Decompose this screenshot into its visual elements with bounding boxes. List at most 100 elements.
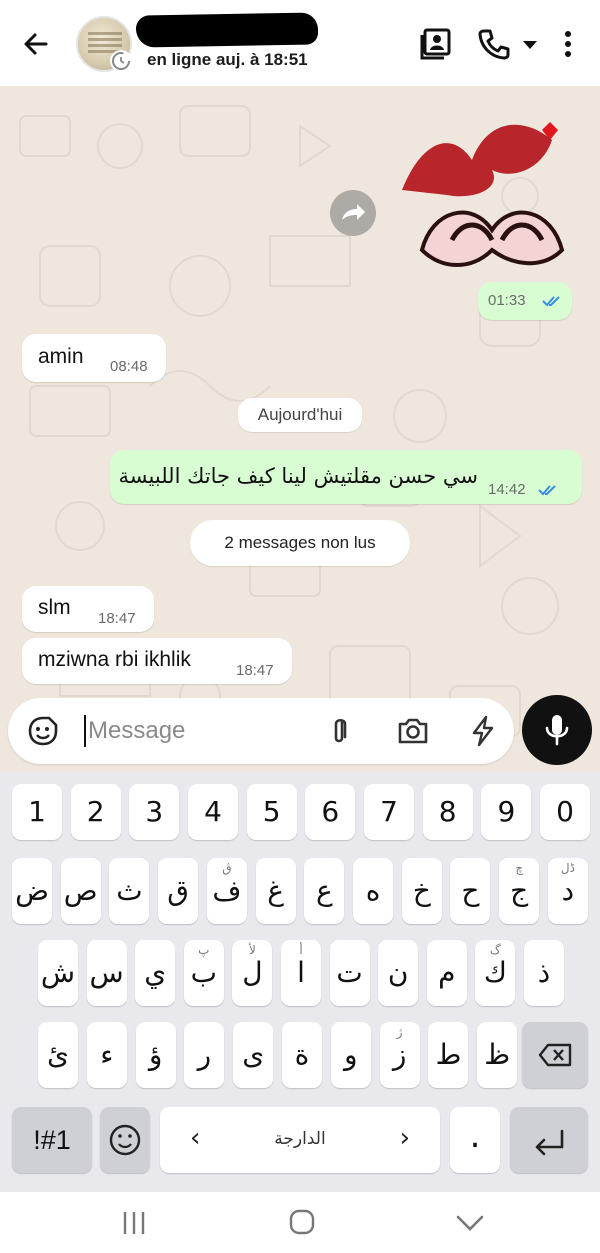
number-key[interactable]: 3 <box>129 784 180 840</box>
letter-key[interactable]: ع <box>304 858 345 924</box>
letter-key[interactable]: ت <box>329 940 370 1006</box>
recent-apps-icon[interactable] <box>114 1206 154 1240</box>
message-bubble-in[interactable]: amin 08:48 <box>22 334 166 382</box>
letter-key[interactable]: م <box>426 940 467 1006</box>
letter-key[interactable]: ق <box>158 858 199 924</box>
message-bubble-out[interactable]: سي حسن مقلتيش لينا كيف جاتك اللبيسة 14:4… <box>110 450 582 504</box>
message-input[interactable]: Message <box>88 717 185 745</box>
sticker-emoji-icon[interactable] <box>24 712 62 750</box>
key-label: و <box>344 1038 358 1071</box>
letter-key[interactable]: ة <box>282 1022 322 1088</box>
space-key[interactable]: ‹ الدارجة › <box>160 1107 440 1173</box>
letter-key[interactable]: ى <box>233 1022 274 1088</box>
lightning-icon[interactable] <box>464 712 502 750</box>
letter-key[interactable]: ژز <box>379 1022 420 1088</box>
symbols-key[interactable]: !#1 <box>12 1107 92 1173</box>
phone-icon[interactable] <box>474 24 514 64</box>
key-label: 3 <box>145 795 164 828</box>
emoji-key[interactable] <box>100 1107 150 1173</box>
message-time: 08:48 <box>110 358 148 375</box>
key-label: م <box>438 956 456 989</box>
chat-area[interactable]: 01:33 amin 08:48 Aujourd'hui سي حسن مقلت… <box>0 86 600 772</box>
key-label: ع <box>315 874 333 907</box>
enter-arrow-icon <box>535 1129 564 1156</box>
microphone-icon <box>545 715 569 746</box>
key-label: ت <box>336 956 363 989</box>
status-clock-icon <box>110 50 132 72</box>
letter-key[interactable]: خ <box>401 858 442 924</box>
key-label: 8 <box>438 795 457 828</box>
number-key[interactable]: 4 <box>188 784 238 840</box>
sticker-time-bubble: 01:33 <box>478 282 572 320</box>
letter-key[interactable]: ي <box>135 940 176 1006</box>
key-hint: چ <box>515 861 524 875</box>
period-key[interactable]: . <box>450 1107 500 1173</box>
key-hint: ڈل <box>560 861 575 875</box>
key-label: ط <box>435 1038 462 1071</box>
letter-key[interactable]: و <box>330 1022 371 1088</box>
key-label: ر <box>197 1038 212 1071</box>
message-input-bar: Message <box>8 698 514 764</box>
letter-key[interactable]: ه <box>353 858 394 924</box>
text-caret <box>84 715 86 747</box>
letter-key[interactable]: ر <box>184 1022 225 1088</box>
letter-key[interactable]: ئ <box>38 1022 78 1088</box>
chevron-down-icon[interactable] <box>510 24 550 64</box>
back-nav-icon[interactable] <box>450 1206 490 1240</box>
back-arrow-icon[interactable] <box>16 24 56 64</box>
key-label: ظ <box>484 1038 511 1071</box>
letter-key[interactable]: لأ ل <box>232 940 273 1006</box>
key-label: ي <box>144 956 167 989</box>
key-hint: ژ <box>396 1025 403 1039</box>
contact-name-redacted[interactable] <box>135 12 319 48</box>
keyboard: !#1 ‹ الدارجة › . 1234567890ضصثقڨفغعهخحچ… <box>0 772 600 1192</box>
sticker-image[interactable] <box>392 100 578 280</box>
number-key[interactable]: 5 <box>246 784 297 840</box>
key-label: 9 <box>497 795 516 828</box>
message-time: 01:33 <box>488 292 526 309</box>
letter-key[interactable]: ن <box>378 940 419 1006</box>
number-key[interactable]: 6 <box>305 784 356 840</box>
key-hint: پ <box>198 943 210 957</box>
letter-key[interactable]: ڨف <box>206 858 247 924</box>
letter-key[interactable]: ط <box>428 1022 469 1088</box>
number-key[interactable]: 1 <box>12 784 62 840</box>
forward-button[interactable] <box>330 190 376 236</box>
voice-record-button[interactable] <box>522 695 592 765</box>
letter-key[interactable]: غ <box>255 858 296 924</box>
letter-key[interactable]: ؤ <box>135 1022 176 1088</box>
message-text: slm <box>38 596 71 619</box>
number-key[interactable]: 7 <box>364 784 415 840</box>
key-label: ى <box>242 1038 265 1071</box>
message-bubble-in[interactable]: slm 18:47 <box>22 586 154 632</box>
key-label: خ <box>412 874 431 907</box>
letter-key[interactable]: چج <box>499 858 540 924</box>
number-key[interactable]: 2 <box>70 784 121 840</box>
attach-paperclip-icon[interactable] <box>320 712 358 750</box>
letter-key[interactable]: س <box>86 940 127 1006</box>
key-label: 6 <box>321 795 340 828</box>
camera-icon[interactable] <box>394 712 432 750</box>
home-icon[interactable] <box>282 1206 322 1240</box>
letter-key[interactable]: أا <box>281 940 321 1006</box>
letter-key[interactable]: ء <box>86 1022 127 1088</box>
letter-key[interactable]: ض <box>12 858 52 924</box>
smiley-icon <box>109 1124 141 1156</box>
letter-key[interactable]: ح <box>450 858 491 924</box>
letter-key[interactable]: ذ <box>524 940 564 1006</box>
more-vert-icon[interactable] <box>548 24 588 64</box>
letter-key[interactable]: گك <box>475 940 516 1006</box>
letter-key[interactable]: ڈل د <box>547 858 588 924</box>
letter-key[interactable]: ظ <box>477 1022 518 1088</box>
letter-key[interactable]: ث <box>109 858 150 924</box>
letter-key[interactable]: ش <box>38 940 78 1006</box>
contact-card-icon[interactable] <box>416 24 456 64</box>
letter-key[interactable]: پب <box>183 940 224 1006</box>
number-key[interactable]: 8 <box>422 784 473 840</box>
number-key[interactable]: 9 <box>481 784 532 840</box>
number-key[interactable]: 0 <box>540 784 591 840</box>
enter-key[interactable] <box>510 1107 588 1173</box>
message-bubble-in[interactable]: mziwna rbi ikhlik 18:47 <box>22 638 292 684</box>
backspace-key[interactable] <box>522 1022 588 1088</box>
letter-key[interactable]: ص <box>60 858 101 924</box>
